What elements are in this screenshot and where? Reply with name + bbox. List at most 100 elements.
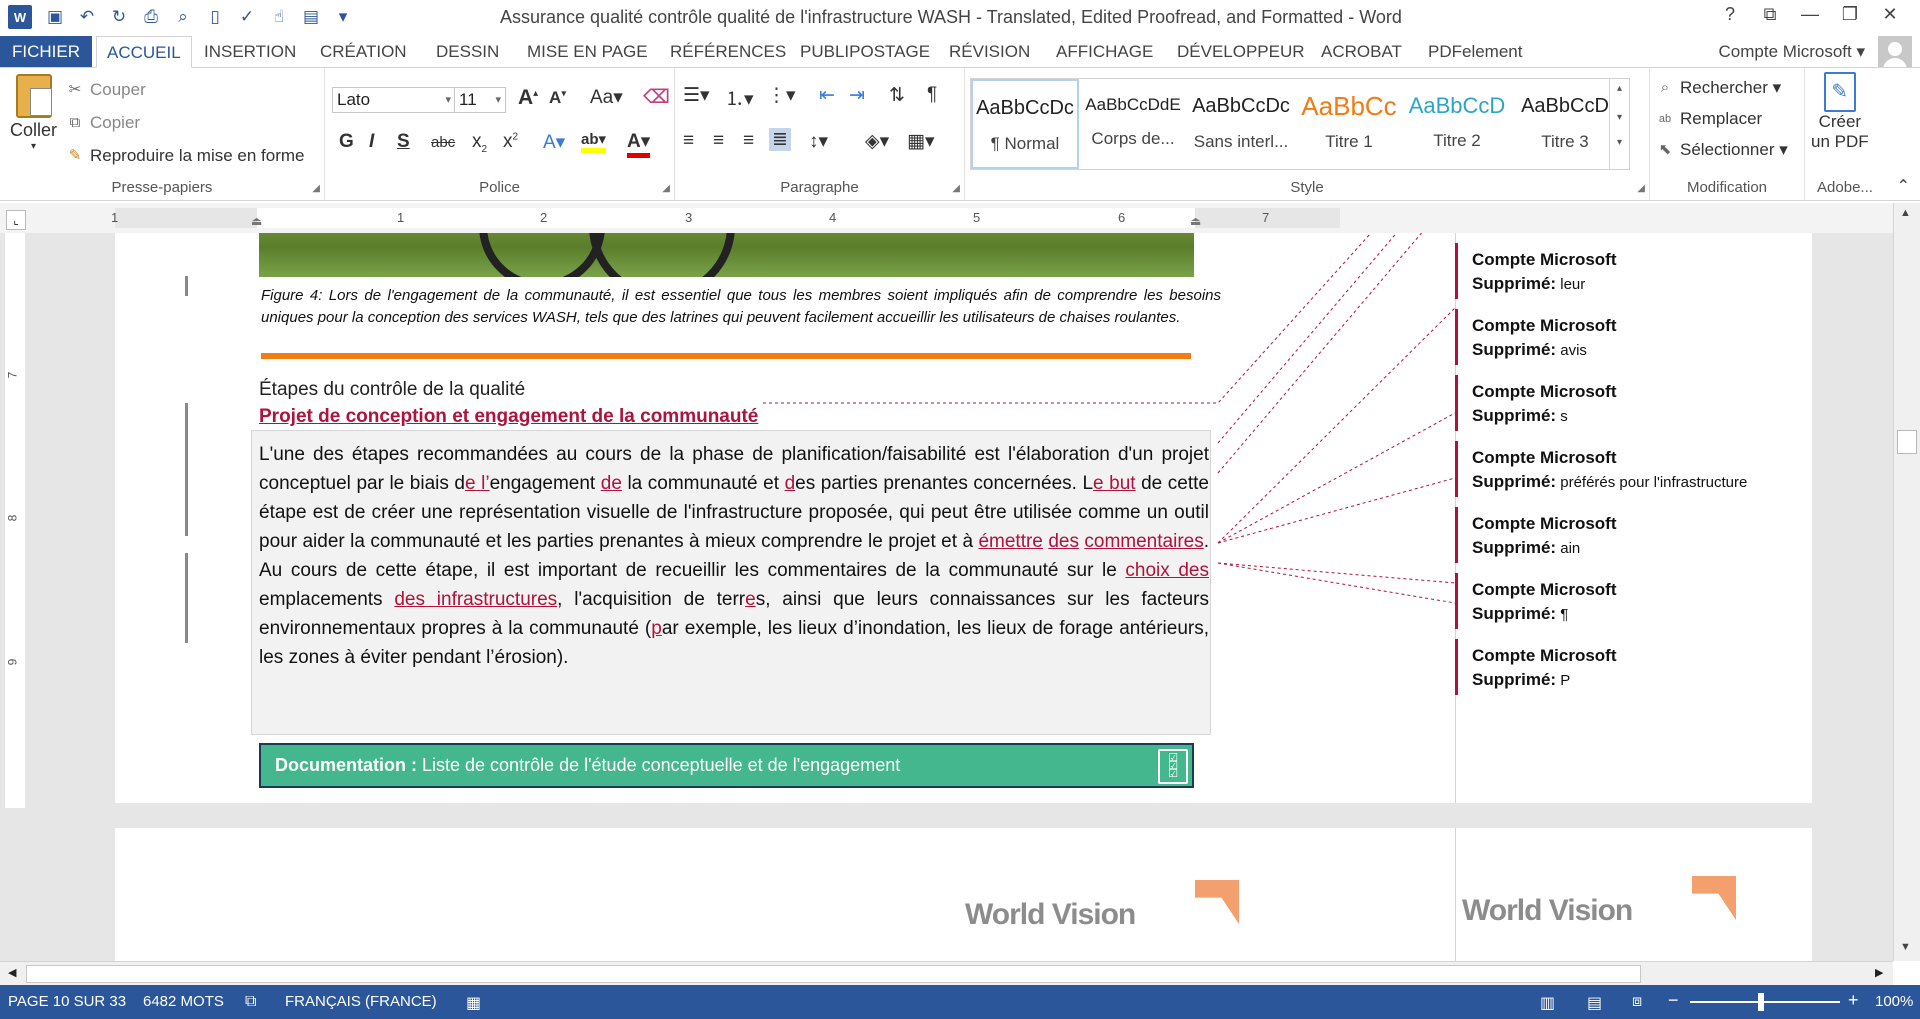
web-layout-icon[interactable]: ⧈ (1632, 993, 1642, 1011)
read-mode-icon[interactable]: ▥ (1540, 993, 1555, 1013)
tab-insertion[interactable]: INSERTION (204, 36, 296, 68)
dialog-launcher-icon[interactable]: ◢ (952, 183, 960, 194)
word-count[interactable]: 6482 MOTS (143, 993, 224, 1010)
undo-icon[interactable]: ↶ (74, 4, 100, 30)
horizontal-scroll-thumb[interactable] (26, 965, 1641, 983)
zoom-level[interactable]: 100% (1875, 993, 1913, 1010)
minimize-icon[interactable]: — (1790, 4, 1830, 25)
spelling-icon[interactable]: ✓ (234, 4, 260, 30)
increase-indent-icon[interactable]: ⇥ (849, 84, 865, 107)
text-effects-icon[interactable]: A▾ (543, 131, 565, 154)
pilcrow-icon[interactable]: ¶ (927, 84, 937, 106)
tab-accueil[interactable]: ACCUEIL (96, 36, 192, 68)
tab-fichier[interactable]: FICHIER (0, 36, 92, 68)
help-icon[interactable]: ? (1710, 4, 1750, 25)
bold-icon[interactable]: G (339, 131, 354, 153)
style-normal[interactable]: AaBbCcDc ¶ Normal (971, 79, 1079, 169)
zoom-out-icon[interactable]: − (1668, 990, 1679, 1011)
dialog-launcher-icon[interactable]: ◢ (312, 183, 320, 194)
tab-acrobat[interactable]: ACROBAT (1321, 36, 1402, 68)
right-indent-marker-icon[interactable]: ⏏ (1190, 214, 1201, 228)
layout-icon[interactable]: ▤ (298, 4, 324, 30)
subscript-icon[interactable]: x2 (472, 131, 487, 155)
chevron-up-icon[interactable]: ▴ (1610, 83, 1629, 94)
replace-button[interactable]: ab Remplacer (1656, 109, 1762, 129)
grow-font-icon[interactable]: A▴ (518, 86, 538, 110)
customize-qat-icon[interactable]: ▾ (330, 4, 356, 30)
style-titre-1[interactable]: AaBbCc Titre 1 (1295, 79, 1403, 169)
styles-scroll[interactable]: ▴ ▾ ▾ (1609, 79, 1629, 169)
paste-button[interactable]: Coller ▾ (10, 74, 57, 152)
clear-format-icon[interactable]: ⌫ (643, 86, 670, 109)
change-case-icon[interactable]: Aa▾ (590, 86, 623, 109)
line-spacing-icon[interactable]: ↕▾ (809, 130, 828, 153)
restore-icon[interactable]: ❐ (1830, 4, 1870, 25)
more-styles-icon[interactable]: ▾ (1610, 137, 1629, 148)
superscript-icon[interactable]: x2 (503, 131, 518, 153)
tab-dessin[interactable]: DESSIN (436, 36, 499, 68)
revision-balloon[interactable]: Compte Microsoft Supprimé: P (1455, 639, 1775, 695)
bullets-icon[interactable]: ☰▾ (683, 84, 710, 107)
borders-icon[interactable]: ▦▾ (907, 130, 935, 153)
word-app-icon[interactable]: W (8, 5, 32, 29)
print-preview-icon[interactable]: ⌕ (170, 4, 196, 30)
vertical-scroll-thumb[interactable] (1897, 430, 1917, 454)
tab-references[interactable]: RÉFÉRENCES (670, 36, 786, 68)
shrink-font-icon[interactable]: A▾ (549, 88, 566, 108)
underline-icon[interactable]: S (397, 131, 410, 153)
redo-icon[interactable]: ↻ (106, 4, 132, 30)
style-titre-2[interactable]: AaBbCcD Titre 2 (1403, 79, 1511, 169)
align-right-icon[interactable]: ≡ (743, 130, 754, 152)
justify-icon[interactable]: ≣ (769, 128, 791, 151)
zoom-slider[interactable] (1690, 1001, 1840, 1003)
chevron-down-icon[interactable]: ▾ (1610, 112, 1629, 123)
style-sans-interligne[interactable]: AaBbCcDc Sans interl... (1187, 79, 1295, 169)
new-document-icon[interactable]: ▯ (202, 4, 228, 30)
tab-creation[interactable]: CRÉATION (320, 36, 407, 68)
scroll-right-icon[interactable]: ▶ (1875, 966, 1883, 979)
highlight-icon[interactable]: ab▾ (581, 130, 607, 153)
style-corps[interactable]: AaBbCcDdE Corps de... (1079, 79, 1187, 169)
document-page[interactable]: Figure 4: Lors de l'engagement de la com… (115, 233, 1812, 803)
scroll-left-icon[interactable]: ◀ (8, 966, 16, 979)
zoom-slider-thumb[interactable] (1758, 993, 1764, 1011)
print-layout-icon[interactable]: ▤ (1587, 993, 1602, 1013)
scroll-up-icon[interactable]: ▲ (1900, 207, 1911, 219)
indent-marker-icon[interactable]: ⏏ (251, 214, 262, 228)
align-left-icon[interactable]: ≡ (683, 130, 694, 152)
tab-pdfelement[interactable]: PDFelement (1428, 36, 1522, 68)
save-icon[interactable]: ▣ (42, 4, 68, 30)
revision-balloon[interactable]: Compte Microsoft Supprimé: leur (1455, 243, 1775, 299)
sort-icon[interactable]: ⇅ (889, 84, 905, 107)
find-button[interactable]: ⌕ Rechercher ▾ (1656, 78, 1781, 98)
tab-developpeur[interactable]: DÉVELOPPEUR (1177, 36, 1305, 68)
font-color-icon[interactable]: A▾ (627, 130, 651, 158)
tab-mise-en-page[interactable]: MISE EN PAGE (527, 36, 648, 68)
shading-icon[interactable]: ◈▾ (865, 130, 889, 153)
documentation-banner[interactable]: Documentation : Liste de contrôle de l'é… (259, 743, 1194, 788)
copy-button[interactable]: ⧉ Copier (66, 113, 140, 133)
italic-icon[interactable]: I (369, 131, 374, 153)
close-icon[interactable]: ✕ (1870, 4, 1910, 25)
page-indicator[interactable]: PAGE 10 SUR 33 (8, 993, 126, 1010)
collapse-ribbon-icon[interactable]: ⌃ (1897, 176, 1910, 196)
tab-revision[interactable]: RÉVISION (949, 36, 1030, 68)
align-center-icon[interactable]: ≡ (713, 130, 724, 152)
select-button[interactable]: ⬉ Sélectionner ▾ (1656, 140, 1788, 160)
vertical-ruler[interactable]: 7 8 9 (5, 233, 25, 808)
strikethrough-icon[interactable]: abc (431, 134, 455, 151)
tab-publipostage[interactable]: PUBLIPOSTAGE (800, 36, 930, 68)
revision-balloon[interactable]: Compte Microsoft Supprimé: ain (1455, 507, 1775, 563)
ribbon-display-icon[interactable]: ⧉ (1750, 4, 1790, 25)
font-size-combo[interactable]: 11 (454, 87, 506, 113)
format-painter-button[interactable]: ✎ Reproduire la mise en forme (66, 146, 305, 166)
decrease-indent-icon[interactable]: ⇤ (819, 84, 835, 107)
language-indicator[interactable]: FRANÇAIS (FRANCE) (285, 993, 437, 1010)
tab-affichage[interactable]: AFFICHAGE (1056, 36, 1153, 68)
revision-balloon[interactable]: Compte Microsoft Supprimé: avis (1455, 309, 1775, 365)
cut-button[interactable]: ✂ Couper (66, 80, 146, 100)
horizontal-ruler[interactable]: 1 1 2 3 4 5 6 7 ⏏ ⏏ (111, 208, 1340, 228)
dialog-launcher-icon[interactable]: ◢ (1637, 183, 1645, 194)
body-paragraph[interactable]: L'une des étapes recommandées au cours d… (259, 440, 1209, 672)
style-titre-3[interactable]: AaBbCcD Titre 3 (1511, 79, 1619, 169)
